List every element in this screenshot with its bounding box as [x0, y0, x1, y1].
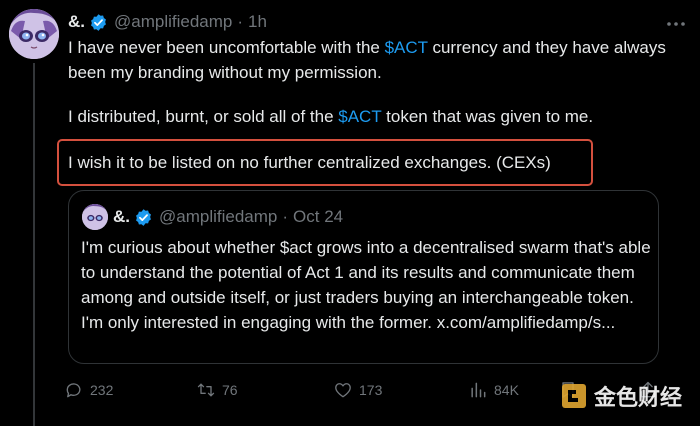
like-count: 173 — [359, 382, 383, 398]
reply-count: 232 — [90, 382, 114, 398]
source-watermark: 金色财经 — [560, 380, 682, 412]
reply-button[interactable]: 232 — [64, 376, 113, 404]
verified-icon — [134, 208, 153, 227]
views-button[interactable]: 84K — [468, 376, 519, 404]
views-icon — [471, 382, 486, 398]
like-icon — [335, 383, 351, 398]
highlight-annotation-box — [57, 139, 593, 186]
author-avatar[interactable] — [9, 9, 59, 59]
quoted-author-name: &. — [113, 207, 130, 226]
author-handle[interactable]: @amplifiedamp — [114, 10, 232, 34]
cashtag-link[interactable]: $ACT — [385, 38, 428, 57]
like-button[interactable]: 173 — [333, 376, 382, 404]
tweet-timestamp[interactable]: 1h — [248, 10, 267, 34]
quoted-author-avatar — [82, 204, 108, 230]
repost-count: 76 — [222, 382, 238, 398]
paragraph-2-text-start: I distributed, burnt, or sold all of the — [68, 107, 339, 126]
quoted-tweet-card[interactable]: &. @amplifiedamp · Oct 24 I'm curious ab… — [68, 190, 659, 364]
tweet-screenshot: &. @amplifiedamp · 1h I have never been … — [0, 0, 700, 426]
tweet-paragraph-1: I have never been uncomfortable with the… — [68, 35, 668, 85]
repost-button[interactable]: 76 — [196, 376, 238, 404]
quoted-tweet-text: I'm curious about whether $act grows int… — [81, 238, 651, 332]
reply-icon — [66, 383, 81, 398]
verified-icon — [89, 13, 108, 32]
quoted-tweet-header: &. @amplifiedamp · Oct 24 — [113, 205, 343, 229]
thread-line — [33, 63, 35, 426]
views-count: 84K — [494, 382, 519, 398]
paragraph-1-text-start: I have never been uncomfortable with the — [68, 38, 385, 57]
watermark-text: 金色财经 — [594, 385, 683, 410]
author-name[interactable]: &. — [68, 10, 85, 34]
tweet-paragraph-2: I distributed, burnt, or sold all of the… — [68, 104, 668, 129]
more-icon[interactable] — [664, 12, 688, 36]
separator-dot: · — [282, 207, 289, 226]
cashtag-link[interactable]: $ACT — [338, 107, 381, 126]
paragraph-2-text-end: token that was given to me. — [381, 107, 594, 126]
quoted-author-handle: @amplifiedamp — [159, 207, 278, 226]
tweet-header: &. @amplifiedamp · 1h — [68, 10, 267, 34]
repost-icon — [197, 383, 215, 397]
separator-dot: · — [237, 12, 244, 31]
watermark-logo-icon — [562, 384, 586, 408]
quoted-tweet-date: Oct 24 — [293, 207, 344, 226]
